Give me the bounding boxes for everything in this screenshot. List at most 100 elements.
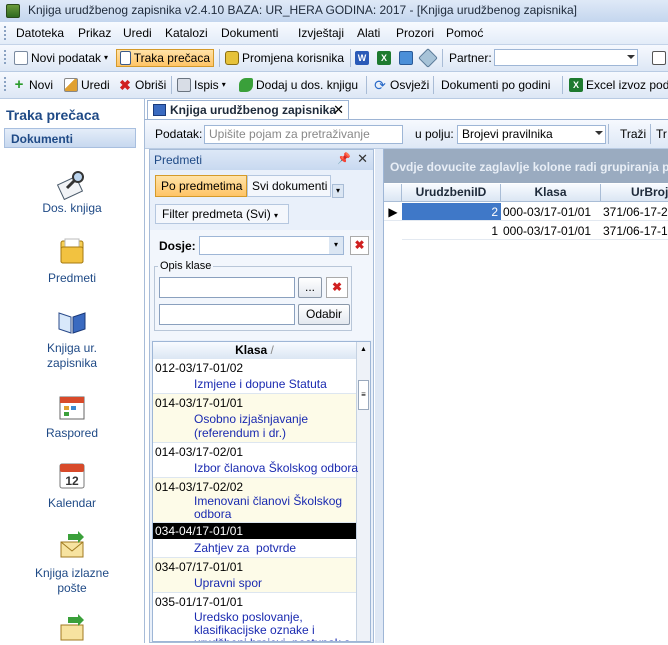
grid-cell-urbroj[interactable]: 371/06-17-1 — [601, 222, 668, 240]
menu-dokumenti[interactable]: Dokumenti — [221, 26, 278, 40]
nav-knjiga-izlazne-poste[interactable]: Knjiga izlazne pošte — [0, 566, 144, 596]
book-magnifier-icon[interactable] — [56, 168, 88, 200]
close-icon[interactable]: ✕ — [357, 151, 368, 167]
shortcut-bar-button[interactable]: Traka prečaca — [116, 49, 214, 67]
tab-svi-dokumenti[interactable]: Svi dokumenti — [247, 175, 331, 197]
grid-cell-klasa[interactable]: 000-03/17-01/01 — [501, 222, 601, 240]
column-header-klasa[interactable]: Klasa — [501, 184, 601, 202]
folder-icon[interactable] — [56, 235, 88, 267]
calendar-schedule-icon[interactable] — [56, 391, 88, 423]
clear-opis-button[interactable]: ✖ — [326, 277, 348, 298]
main-toolbar: Novi podatak ▾ Traka prečaca Promjena ko… — [0, 45, 668, 72]
grid-cell-id[interactable]: 1 — [402, 222, 501, 240]
dropdown-arrow-icon: ▾ — [274, 211, 279, 220]
outgoing-mail-icon[interactable] — [56, 530, 88, 562]
plus-icon: + — [14, 76, 24, 93]
new-data-button[interactable]: Novi podatak ▾ — [14, 49, 108, 67]
opis-klase-input[interactable] — [159, 277, 295, 298]
search-button[interactable]: Traži — [620, 127, 646, 141]
records-grid: Ovdje dovucite zaglavlje kolone radi gru… — [383, 149, 668, 643]
browse-button[interactable]: ... — [298, 277, 322, 298]
grid-cell-urbroj[interactable]: 371/06-17-2 — [601, 203, 668, 221]
search-label: Podatak: — [155, 127, 203, 141]
delete-button[interactable]: ✖ Obriši — [118, 76, 166, 94]
menu-pomoc[interactable]: Pomoć — [446, 26, 483, 40]
edit-button[interactable]: Uredi — [64, 76, 110, 94]
list-item[interactable]: 012-03/17-01/02 Izmjene i dopune Statuta — [153, 359, 356, 394]
list-item-selected[interactable]: 034-04/17-01/01 — [153, 523, 356, 539]
open-book-icon[interactable] — [56, 305, 88, 337]
list-item[interactable]: 014-03/17-02/01 Izbor članova Školskog o… — [153, 443, 358, 478]
tab-po-predmetima[interactable]: Po predmetima — [155, 175, 247, 197]
window-icon — [120, 51, 131, 65]
list-item-desc[interactable]: Zahtjev za potvrde — [153, 539, 356, 558]
column-header-urudzbeniid[interactable]: UrudzbeniID — [402, 184, 501, 202]
nav-kalendar[interactable]: Kalendar — [0, 496, 144, 510]
delete-x-icon: ✖ — [119, 77, 131, 93]
book-button[interactable] — [399, 49, 416, 67]
search-input[interactable]: Upišite pojam za pretraživanje — [204, 125, 403, 144]
tag-icon — [418, 48, 438, 68]
menu-izvjestaji[interactable]: Izvještaji — [298, 26, 344, 40]
close-icon[interactable]: ✕ — [333, 102, 344, 118]
menu-alati[interactable]: Alati — [357, 26, 380, 40]
menu-prikaz[interactable]: Prikaz — [78, 26, 111, 40]
menu-grip-icon — [4, 26, 9, 40]
toolbar-separator — [442, 49, 443, 67]
panel-splitter[interactable] — [375, 149, 383, 643]
nav-knjiga-ur-zapisnika[interactable]: Knjiga ur. zapisnika — [0, 341, 144, 371]
word-export-button[interactable]: W — [355, 49, 372, 67]
pin-icon[interactable]: 📌 — [337, 152, 351, 165]
grid-cell-klasa[interactable]: 000-03/17-01/01 — [501, 203, 601, 221]
opis-klase-input-2[interactable] — [159, 304, 295, 325]
filter-predmeta-button[interactable]: Filter predmeta (Svi) ▾ — [155, 204, 289, 224]
list-item[interactable]: 035-01/17-01/01 Uredsko poslovanje, klas… — [153, 593, 356, 641]
scroll-thumb[interactable]: ≡ — [358, 380, 369, 410]
column-header-urbroj[interactable]: UrBroj — [601, 184, 668, 202]
docs-by-year-button[interactable]: Dokumenti po godini — [441, 76, 550, 94]
excel-export-data-button[interactable]: X Excel izvoz poda — [569, 76, 668, 94]
refresh-icon: ⟳ — [374, 77, 386, 93]
excel-icon: X — [377, 51, 391, 65]
refresh-button[interactable]: ⟳ Osvježi — [373, 76, 429, 94]
menu-uredi[interactable]: Uredi — [123, 26, 152, 40]
chevron-down-icon[interactable]: ▾ — [332, 184, 344, 198]
predmeti-header: Predmeti 📌 ✕ — [150, 150, 373, 170]
mail-icon[interactable] — [56, 613, 88, 645]
change-user-button[interactable]: Promjena korisnika — [225, 49, 344, 67]
field-select[interactable]: Brojevi pravilnika — [457, 125, 606, 144]
clear-dosje-button[interactable]: ✖ — [350, 236, 369, 255]
dosje-select[interactable]: ▾ — [199, 236, 344, 255]
title-bar: Knjiga urudžbenog zapisnika v2.4.10 BAZA… — [0, 0, 668, 22]
tag-button[interactable] — [418, 48, 438, 68]
print-button[interactable]: Ispis ▾ — [177, 76, 226, 94]
list-item[interactable]: 034-07/17-01/01 Upravni spor — [153, 558, 356, 593]
tab-knjiga-urudzbenog-zapisnika[interactable]: Knjiga urudžbenog zapisnika ✕ — [147, 100, 349, 120]
list-item[interactable]: 014-03/17-01/01 Osobno izjašnjavanje (re… — [153, 394, 356, 443]
dropdown-arrow-icon[interactable]: ▾ — [329, 237, 343, 254]
toolbar-separator — [433, 76, 434, 94]
trailing-button[interactable]: Tr — [656, 127, 667, 141]
new-button[interactable]: + Novi — [12, 76, 53, 94]
klasa-column-header[interactable]: Klasa / — [153, 342, 356, 360]
group-by-area[interactable]: Ovdje dovucite zaglavlje kolone radi gru… — [384, 149, 668, 183]
menu-katalozi[interactable]: Katalozi — [165, 26, 208, 40]
odabir-button[interactable]: Odabir — [298, 304, 350, 325]
extra-button[interactable] — [652, 49, 668, 67]
scroll-up-icon[interactable]: ▲ — [360, 346, 367, 353]
nav-predmeti[interactable]: Predmeti — [0, 271, 144, 285]
nav-dos-knjiga[interactable]: Dos. knjiga — [0, 201, 144, 215]
section-documents[interactable]: Dokumenti — [4, 128, 136, 148]
menu-prozori[interactable]: Prozori — [396, 26, 434, 40]
calendar-12-icon[interactable]: 12 — [56, 459, 88, 491]
excel-export-button[interactable]: X — [377, 49, 394, 67]
partner-select[interactable] — [494, 49, 638, 66]
nav-raspored[interactable]: Raspored — [0, 426, 144, 440]
toolbar-separator — [350, 49, 351, 67]
list-scrollbar[interactable]: ▲ ≡ — [356, 342, 370, 641]
menu-datoteka[interactable]: Datoteka — [16, 26, 64, 40]
list-item[interactable]: 014-03/17-02/02 Imenovani članovi Školsk… — [153, 478, 356, 523]
grid-cell-id[interactable]: 2 — [402, 203, 501, 221]
add-to-file-book-button[interactable]: Dodaj u dos. knjigu — [239, 76, 358, 94]
shortcut-panel: Traka prečaca Dokumenti Dos. knjiga Pred… — [0, 99, 145, 643]
